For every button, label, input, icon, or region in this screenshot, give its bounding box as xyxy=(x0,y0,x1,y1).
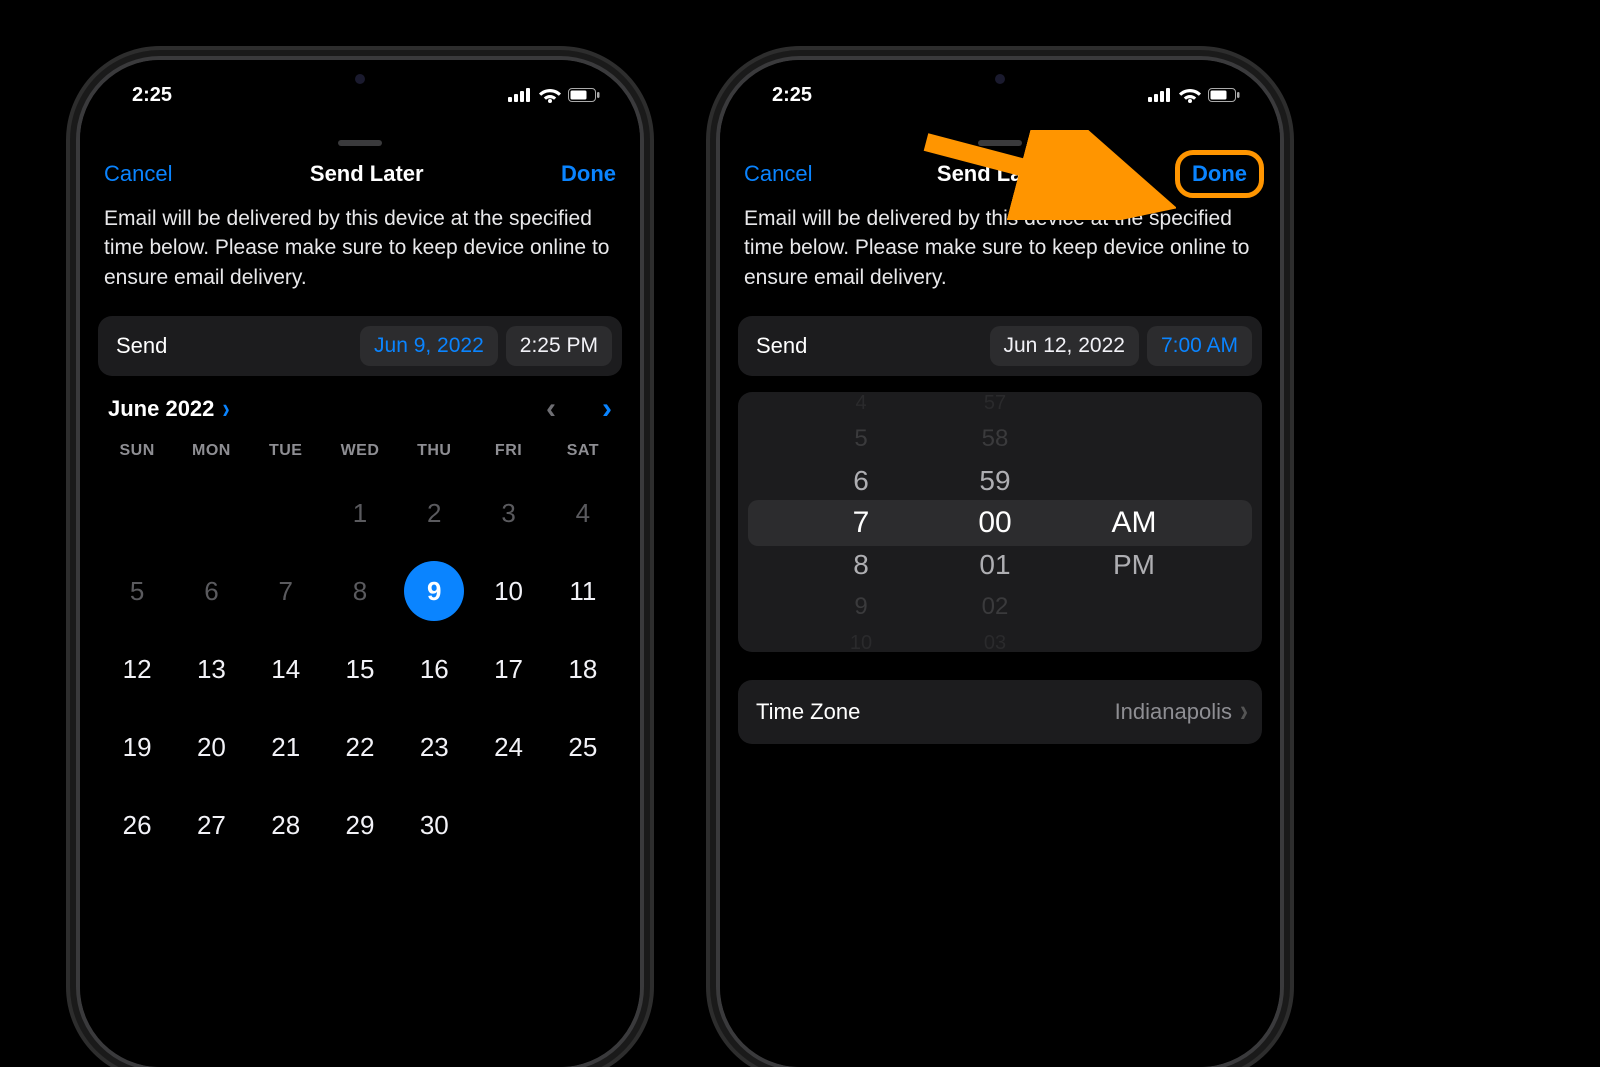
send-label: Send xyxy=(756,333,982,359)
calendar-day[interactable]: 22 xyxy=(323,708,397,786)
sheet-header: Cancel Send Later Done xyxy=(738,146,1262,202)
calendar-day[interactable]: 30 xyxy=(397,786,471,864)
calendar-day[interactable]: 20 xyxy=(174,708,248,786)
calendar-day[interactable]: 13 xyxy=(174,630,248,708)
calendar-day-blank xyxy=(249,474,323,552)
calendar-day[interactable]: 17 xyxy=(471,630,545,708)
calendar-day[interactable]: 15 xyxy=(323,630,397,708)
wheel-row[interactable]: 58 xyxy=(955,418,1035,460)
month-picker[interactable]: June 2022 › xyxy=(108,396,230,422)
status-time: 2:25 xyxy=(132,84,172,107)
notch xyxy=(895,60,1105,98)
weekday-label: FRI xyxy=(471,436,545,474)
time-picker[interactable]: 45678910 57585900010203 AMPM xyxy=(738,392,1262,652)
calendar-day[interactable]: 11 xyxy=(546,552,620,630)
calendar-day[interactable]: 28 xyxy=(249,786,323,864)
wifi-icon xyxy=(539,87,561,103)
weekday-label: SAT xyxy=(546,436,620,474)
status-icons xyxy=(1148,87,1240,103)
calendar-day[interactable]: 24 xyxy=(471,708,545,786)
wheel-row[interactable]: 59 xyxy=(955,460,1035,502)
calendar-day[interactable]: 25 xyxy=(546,708,620,786)
send-label: Send xyxy=(116,333,352,359)
date-pill[interactable]: Jun 9, 2022 xyxy=(360,326,498,366)
done-button[interactable]: Done xyxy=(561,161,616,187)
prev-month-button[interactable]: ‹ xyxy=(546,392,556,426)
sheet-handle[interactable] xyxy=(978,140,1022,146)
calendar-day-blank xyxy=(100,474,174,552)
send-row: Send Jun 9, 2022 2:25 PM xyxy=(98,316,622,376)
cancel-button[interactable]: Cancel xyxy=(744,161,812,187)
hour-wheel[interactable]: 45678910 xyxy=(821,392,901,652)
calendar-day[interactable]: 1 xyxy=(323,474,397,552)
calendar-day[interactable]: 23 xyxy=(397,708,471,786)
wheel-row[interactable]: 10 xyxy=(821,622,901,652)
next-month-button[interactable]: › xyxy=(602,392,612,426)
done-button[interactable]: Done xyxy=(1175,150,1264,198)
calendar-day-blank xyxy=(174,474,248,552)
weekday-label: SUN xyxy=(100,436,174,474)
calendar-day[interactable]: 5 xyxy=(100,552,174,630)
cellular-icon xyxy=(508,88,532,102)
timezone-label: Time Zone xyxy=(756,699,1115,725)
calendar-day[interactable]: 27 xyxy=(174,786,248,864)
chevron-right-icon: › xyxy=(222,392,229,426)
wheel-row[interactable]: PM xyxy=(1089,544,1179,586)
sheet-description: Email will be delivered by this device a… xyxy=(738,202,1262,316)
calendar-day[interactable]: 6 xyxy=(174,552,248,630)
calendar-day[interactable]: 8 xyxy=(323,552,397,630)
calendar-day[interactable]: 16 xyxy=(397,630,471,708)
time-pill[interactable]: 2:25 PM xyxy=(506,326,612,366)
wheel-row[interactable]: 01 xyxy=(955,544,1035,586)
date-pill[interactable]: Jun 12, 2022 xyxy=(990,326,1139,366)
calendar-day[interactable]: 4 xyxy=(546,474,620,552)
calendar-day[interactable]: 3 xyxy=(471,474,545,552)
calendar-day[interactable]: 29 xyxy=(323,786,397,864)
cellular-icon xyxy=(1148,88,1172,102)
time-pill[interactable]: 7:00 AM xyxy=(1147,326,1252,366)
wheel-row[interactable]: AM xyxy=(1089,502,1179,544)
cancel-button[interactable]: Cancel xyxy=(104,161,172,187)
sheet-description: Email will be delivered by this device a… xyxy=(98,202,622,316)
calendar-day[interactable]: 26 xyxy=(100,786,174,864)
calendar-day[interactable]: 14 xyxy=(249,630,323,708)
timezone-value: Indianapolis xyxy=(1115,699,1232,725)
month-label: June 2022 xyxy=(108,396,214,422)
notch xyxy=(255,60,465,98)
chevron-right-icon: › xyxy=(1240,694,1248,730)
minute-wheel[interactable]: 57585900010203 xyxy=(955,392,1035,652)
calendar-day-selected[interactable]: 9 xyxy=(404,561,464,621)
sheet-header: Cancel Send Later Done xyxy=(98,146,622,202)
wheel-row[interactable]: 00 xyxy=(955,502,1035,544)
calendar-day[interactable]: 12 xyxy=(100,630,174,708)
wheel-row[interactable]: 7 xyxy=(821,502,901,544)
battery-icon xyxy=(1208,88,1240,102)
sheet-handle[interactable] xyxy=(338,140,382,146)
wheel-row[interactable]: 5 xyxy=(821,418,901,460)
weekday-label: THU xyxy=(397,436,471,474)
send-row: Send Jun 12, 2022 7:00 AM xyxy=(738,316,1262,376)
wheel-row[interactable]: 8 xyxy=(821,544,901,586)
wifi-icon xyxy=(1179,87,1201,103)
battery-icon xyxy=(568,88,600,102)
sheet-title: Send Later xyxy=(310,161,424,187)
timezone-row[interactable]: Time Zone Indianapolis › xyxy=(738,680,1262,744)
wheel-row[interactable]: 03 xyxy=(955,622,1035,652)
sheet-title: Send Later xyxy=(937,161,1051,187)
weekday-label: WED xyxy=(323,436,397,474)
calendar-day[interactable]: 21 xyxy=(249,708,323,786)
calendar-day[interactable]: 2 xyxy=(397,474,471,552)
calendar-day[interactable]: 9 xyxy=(397,552,471,630)
calendar-day[interactable]: 18 xyxy=(546,630,620,708)
status-icons xyxy=(508,87,600,103)
ampm-wheel[interactable]: AMPM xyxy=(1089,392,1179,652)
calendar-day[interactable]: 10 xyxy=(471,552,545,630)
wheel-row[interactable]: 6 xyxy=(821,460,901,502)
calendar-day[interactable]: 19 xyxy=(100,708,174,786)
weekday-label: MON xyxy=(174,436,248,474)
calendar-day[interactable]: 7 xyxy=(249,552,323,630)
weekday-label: TUE xyxy=(249,436,323,474)
status-time: 2:25 xyxy=(772,84,812,107)
